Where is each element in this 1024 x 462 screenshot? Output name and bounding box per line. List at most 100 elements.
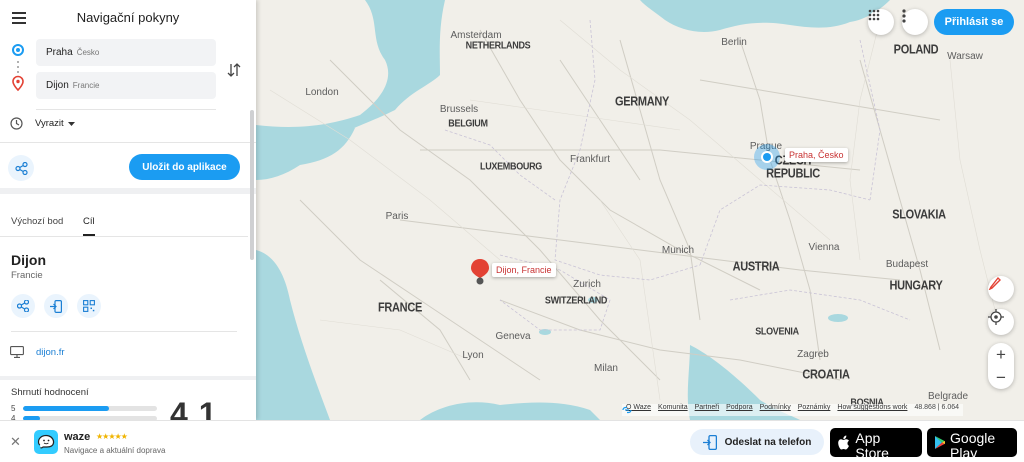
- app-rating-stars: ★★★★★: [96, 432, 128, 441]
- destination-country: Francie: [72, 81, 100, 90]
- place-name: Dijon: [11, 252, 46, 268]
- origin-marker-icon[interactable]: [752, 142, 782, 172]
- map-city-brussels: Brussels: [439, 104, 479, 115]
- zoom-control: + −: [988, 343, 1014, 389]
- login-button[interactable]: Přihlásit se: [934, 9, 1014, 35]
- footer-link-support[interactable]: Podpora: [726, 404, 752, 416]
- map-city-london: London: [305, 87, 339, 98]
- route-dots-icon: [12, 44, 24, 92]
- rating-bar: [23, 406, 158, 411]
- close-icon[interactable]: ✕: [10, 434, 21, 450]
- map-city-lyon: Lyon: [462, 350, 484, 361]
- section-separator: [0, 188, 256, 194]
- map-country-france: FRANCE: [377, 301, 423, 315]
- chevron-down-icon: [67, 121, 75, 126]
- destination-input[interactable]: Dijon Francie: [36, 72, 216, 99]
- rating-summary-title: Shrnutí hodnocení: [11, 387, 89, 398]
- map-country-belgium: BELGIUM: [448, 117, 488, 129]
- app-promo-bar: ✕ waze ★★★★★ Navigace a aktuální doprava…: [0, 420, 1024, 462]
- map-footer-links: O Waze Komunita Partneři Podpora Podmínk…: [622, 404, 964, 416]
- map-country-slovakia: SLOVAKIA: [892, 208, 946, 222]
- waze-face-icon: [37, 434, 55, 449]
- send-to-phone-icon-button[interactable]: [44, 294, 68, 318]
- send-to-phone-button[interactable]: Odeslat na telefon: [690, 429, 824, 455]
- map-city-munich: Munich: [661, 245, 695, 256]
- send-to-phone-icon: [702, 434, 717, 450]
- directions-panel: Navigační pokyny Praha Česko Dijon Franc…: [0, 0, 256, 420]
- panel-title: Navigační pokyny: [76, 10, 180, 25]
- share-icon: [14, 161, 28, 175]
- depart-time-selector[interactable]: Vyrazit: [10, 117, 75, 130]
- save-to-app-button[interactable]: Uložit do aplikace: [129, 154, 240, 180]
- tab-origin[interactable]: Výchozí bod: [11, 216, 63, 227]
- pencil-icon: [988, 276, 1001, 290]
- footer-link-community[interactable]: Komunita: [658, 404, 688, 416]
- map-city-zagreb: Zagreb: [797, 349, 829, 360]
- send-to-phone-label: Odeslat na telefon: [724, 436, 812, 448]
- map-city-vienna: Vienna: [808, 242, 840, 253]
- tab-destination[interactable]: Cíl: [83, 216, 95, 227]
- destination-pin-icon[interactable]: [470, 258, 490, 286]
- locate-me-button[interactable]: [988, 309, 1014, 335]
- footer-link-terms[interactable]: Podmínky: [760, 404, 791, 416]
- section-separator: [0, 376, 256, 380]
- more-options-button[interactable]: [902, 9, 928, 35]
- share-place-button[interactable]: [11, 294, 35, 318]
- map-country-switzerland: SWITZERLAND: [544, 294, 608, 306]
- divider: [36, 109, 216, 110]
- rating-row-label: 5: [11, 404, 16, 413]
- apps-grid-button[interactable]: [868, 9, 894, 35]
- share-route-button[interactable]: [8, 155, 34, 181]
- qr-code-button[interactable]: [77, 294, 101, 318]
- map-country-slovenia: SLOVENIA: [755, 325, 799, 337]
- rating-bar-fill: [23, 406, 110, 411]
- app-store-button[interactable]: Download on the App Store: [830, 424, 922, 461]
- footer-link-partners[interactable]: Partneři: [695, 404, 720, 416]
- send-to-phone-icon: [50, 299, 62, 313]
- origin-name: Praha: [46, 47, 73, 58]
- clock-icon: [10, 117, 23, 130]
- map-coordinates: 48.868 | 6.064: [914, 404, 960, 411]
- google-play-button[interactable]: GET IT ON Google Play: [927, 424, 1017, 461]
- origin-input[interactable]: Praha Česko: [36, 39, 216, 66]
- panel-scrollbar[interactable]: [250, 110, 254, 260]
- map-country-croatia: CROATIA: [802, 368, 850, 382]
- website-link[interactable]: dijon.fr: [36, 347, 65, 358]
- footer-link-suggestions[interactable]: How suggestions work: [837, 404, 907, 416]
- apple-icon: [838, 435, 849, 449]
- share-icon: [17, 300, 29, 312]
- destination-name: Dijon: [46, 80, 69, 91]
- monitor-icon: [10, 346, 24, 358]
- app-subtitle: Navigace a aktuální doprava: [64, 446, 166, 455]
- map-country-hungary: HUNGARY: [889, 279, 943, 293]
- map-city-frankfurt: Frankfurt: [569, 154, 611, 165]
- divider: [0, 142, 256, 143]
- depart-label: Vyrazit: [35, 118, 64, 129]
- qr-code-icon: [83, 300, 95, 312]
- map-country-germany: GERMANY: [614, 95, 670, 109]
- more-vertical-icon: [902, 9, 906, 23]
- map-city-milan: Milan: [594, 363, 618, 374]
- place-country: Francie: [11, 270, 43, 281]
- destination-marker-label[interactable]: Dijon, Francie: [492, 263, 556, 277]
- zoom-in-button[interactable]: +: [988, 343, 1014, 366]
- origin-marker-label[interactable]: Praha, Česko: [785, 148, 848, 162]
- app-store-big-text: App Store: [855, 430, 889, 461]
- google-play-big-text: Google Play: [950, 430, 996, 461]
- map-country-luxembourg: LUXEMBOURG: [480, 160, 542, 172]
- report-button[interactable]: [988, 276, 1014, 302]
- rating-value: 4.1: [170, 396, 218, 420]
- link-icon[interactable]: [622, 406, 632, 414]
- map-city-belgrade: Belgrade: [927, 391, 969, 402]
- map-city-zurich: Zurich: [573, 279, 601, 290]
- website-row[interactable]: dijon.fr: [10, 346, 65, 358]
- map-city-geneva: Geneva: [495, 331, 531, 342]
- app-name: waze: [64, 431, 91, 443]
- footer-link-notes[interactable]: Poznámky: [798, 404, 831, 416]
- zoom-out-button[interactable]: −: [988, 366, 1014, 389]
- swap-icon[interactable]: [226, 62, 242, 78]
- map-country-poland: POLAND: [893, 43, 939, 57]
- rating-row-5: 5: [11, 404, 158, 413]
- google-play-icon: [935, 436, 946, 449]
- apps-grid-icon: [868, 9, 880, 21]
